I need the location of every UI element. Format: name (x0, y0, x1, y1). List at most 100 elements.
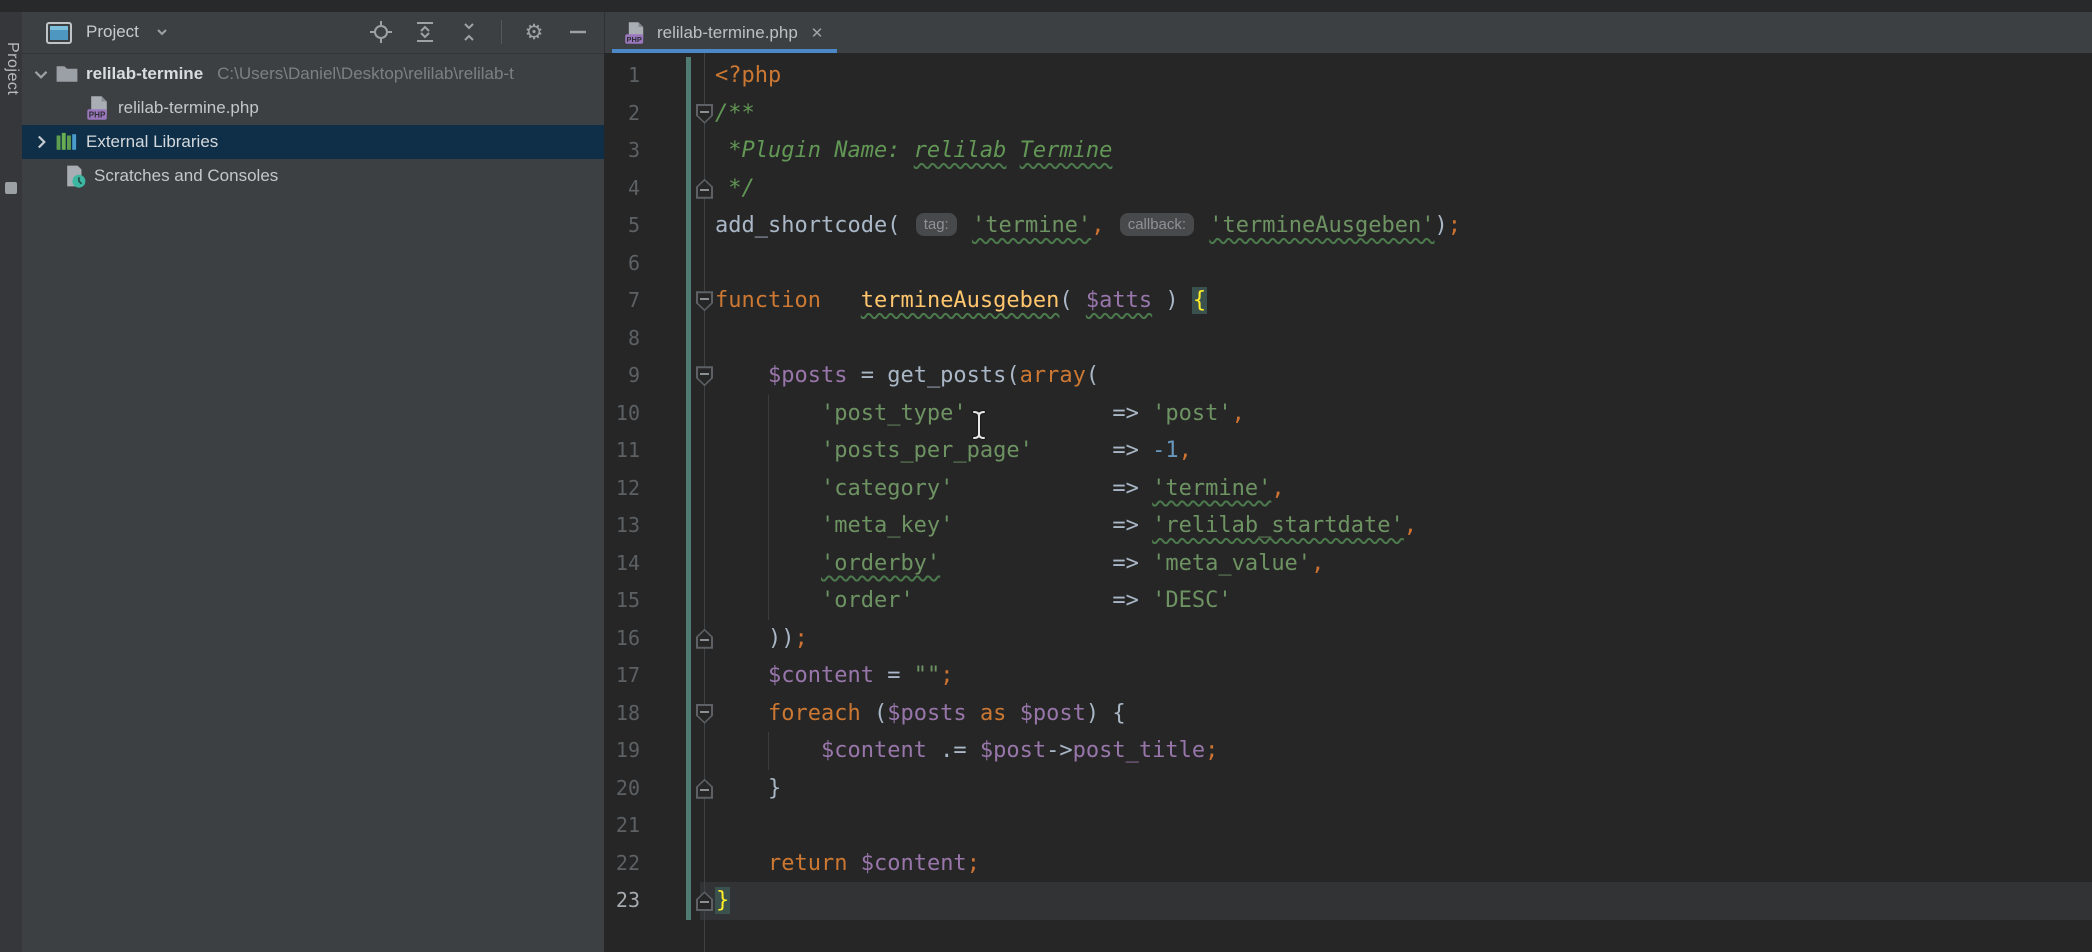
tree-path: C:\Users\Daniel\Desktop\relilab\relilab-… (217, 64, 514, 84)
code-line-17[interactable]: 17 $content = ""; (604, 657, 2092, 695)
tree-row-external-libraries[interactable]: External Libraries (22, 125, 604, 159)
code-line-1[interactable]: 1 <?php (604, 57, 2092, 95)
code-line-12[interactable]: 12 'category' => 'termine', (604, 470, 2092, 508)
code-line-18[interactable]: 18 foreach ($posts as $post) { (604, 695, 2092, 733)
code-text: $content .= $post->post_title; (715, 732, 1218, 770)
project-panel-title[interactable]: Project (86, 22, 139, 42)
code-line-16[interactable]: 16 )); (604, 620, 2092, 658)
code-line-22[interactable]: 22 return $content; (604, 845, 2092, 883)
line-number[interactable]: 15 (604, 582, 640, 620)
fold-end-icon[interactable] (696, 779, 713, 799)
svg-text:PHP: PHP (89, 110, 106, 119)
fold-start-icon[interactable] (696, 366, 713, 386)
code-text: 'orderby' => 'meta_value', (715, 545, 1324, 583)
tree-row-project-root[interactable]: relilab-termineC:\Users\Daniel\Desktop\r… (22, 57, 604, 91)
parameter-hint: callback: (1120, 213, 1194, 236)
tree-label: relilab-termine.php (118, 98, 259, 118)
line-number[interactable]: 4 (604, 170, 640, 208)
code-line-5[interactable]: 5 add_shortcode( tag: 'termine', callback… (604, 207, 2092, 245)
line-number[interactable]: 3 (604, 132, 640, 170)
code-line-14[interactable]: 14 'orderby' => 'meta_value', (604, 545, 2092, 583)
line-number[interactable]: 18 (604, 695, 640, 733)
line-number[interactable]: 20 (604, 770, 640, 808)
line-number[interactable]: 23 (604, 882, 640, 920)
parameter-hint: tag: (916, 213, 957, 236)
code-text: *Plugin Name: relilab Termine (715, 132, 1112, 170)
code-line-8[interactable]: 8 (604, 320, 2092, 358)
line-number[interactable]: 22 (604, 845, 640, 883)
locate-icon[interactable] (369, 20, 393, 44)
tool-window-icon (46, 22, 72, 44)
code-line-23[interactable]: 23} (604, 882, 2092, 920)
code-text: <?php (715, 57, 781, 95)
fold-start-icon[interactable] (696, 704, 713, 724)
scratches-icon (62, 163, 94, 189)
project-panel-header: Project ⚙ (22, 12, 604, 54)
text-cursor-pointer (970, 409, 988, 441)
line-number[interactable]: 10 (604, 395, 640, 433)
chevron-down-icon[interactable] (152, 22, 172, 42)
line-number[interactable]: 14 (604, 545, 640, 583)
line-number[interactable]: 8 (604, 320, 640, 358)
code-text: )); (715, 620, 808, 658)
chevron-down-icon[interactable] (30, 63, 54, 85)
close-tab-icon[interactable]: ✕ (811, 24, 824, 42)
code-text: */ (715, 170, 755, 208)
line-number[interactable]: 17 (604, 657, 640, 695)
line-number[interactable]: 19 (604, 732, 640, 770)
code-line-7[interactable]: 7 function termineAusgeben( $atts ) { (604, 282, 2092, 320)
line-number[interactable]: 5 (604, 207, 640, 245)
tree-row-php-file[interactable]: PHP relilab-termine.php (22, 91, 604, 125)
code-line-4[interactable]: 4 */ (604, 170, 2092, 208)
code-text: return $content; (715, 845, 980, 883)
code-line-10[interactable]: 10 'post_type' => 'post', (604, 395, 2092, 433)
code-line-6[interactable]: 6 (604, 245, 2092, 283)
line-number[interactable]: 6 (604, 245, 640, 283)
code-line-13[interactable]: 13 'meta_key' => 'relilab_startdate', (604, 507, 2092, 545)
code-line-21[interactable]: 21 (604, 807, 2092, 845)
fold-end-icon[interactable] (696, 179, 713, 199)
code-line-2[interactable]: 2 /** (604, 95, 2092, 133)
code-text: $content = ""; (715, 657, 953, 695)
line-number[interactable]: 7 (604, 282, 640, 320)
code-text: 'category' => 'termine', (715, 470, 1285, 508)
code-line-19[interactable]: 19 $content .= $post->post_title; (604, 732, 2092, 770)
code-line-11[interactable]: 11 'posts_per_page' => -1, (604, 432, 2092, 470)
line-number[interactable]: 11 (604, 432, 640, 470)
line-number[interactable]: 1 (604, 57, 640, 95)
code-line-20[interactable]: 20 } (604, 770, 2092, 808)
stripe-square-icon (5, 182, 17, 194)
fold-end-icon[interactable] (696, 629, 713, 649)
code-text: add_shortcode( tag: 'termine', callback:… (715, 207, 1461, 245)
expand-all-icon[interactable] (413, 20, 437, 44)
code-text: /** (715, 95, 755, 133)
tab-label: relilab-termine.php (657, 23, 798, 43)
code-text: function termineAusgeben( $atts ) { (715, 282, 1207, 320)
fold-start-icon[interactable] (696, 291, 713, 311)
hide-icon[interactable] (566, 20, 590, 44)
line-number[interactable]: 21 (604, 807, 640, 845)
line-number[interactable]: 9 (604, 357, 640, 395)
fold-end-icon[interactable] (696, 891, 713, 911)
code-line-3[interactable]: 3 *Plugin Name: relilab Termine (604, 132, 2092, 170)
toolbar-separator (501, 20, 502, 44)
line-number[interactable]: 2 (604, 95, 640, 133)
fold-start-icon[interactable] (696, 104, 713, 124)
php-file-icon: PHP (624, 21, 648, 45)
window-top-edge (0, 0, 2092, 12)
editor-body[interactable]: 1<?php2/**3 *Plugin Name: relilab Termin… (604, 53, 2092, 952)
line-number[interactable]: 13 (604, 507, 640, 545)
tree-label: External Libraries (86, 132, 218, 152)
code-line-9[interactable]: 9 $posts = get_posts(array( (604, 357, 2092, 395)
external-libraries-icon (54, 129, 86, 155)
collapse-all-icon[interactable] (457, 20, 481, 44)
svg-text:PHP: PHP (627, 34, 642, 43)
project-stripe-button[interactable]: Project (3, 42, 21, 95)
code-line-15[interactable]: 15 'order' => 'DESC' (604, 582, 2092, 620)
chevron-right-icon[interactable] (30, 131, 54, 153)
line-number[interactable]: 16 (604, 620, 640, 658)
settings-icon[interactable]: ⚙ (522, 20, 546, 44)
line-number[interactable]: 12 (604, 470, 640, 508)
tree-row-scratches-and-consoles[interactable]: Scratches and Consoles (22, 159, 604, 193)
tab-relilab-termine-php[interactable]: PHP relilab-termine.php ✕ (612, 12, 837, 53)
